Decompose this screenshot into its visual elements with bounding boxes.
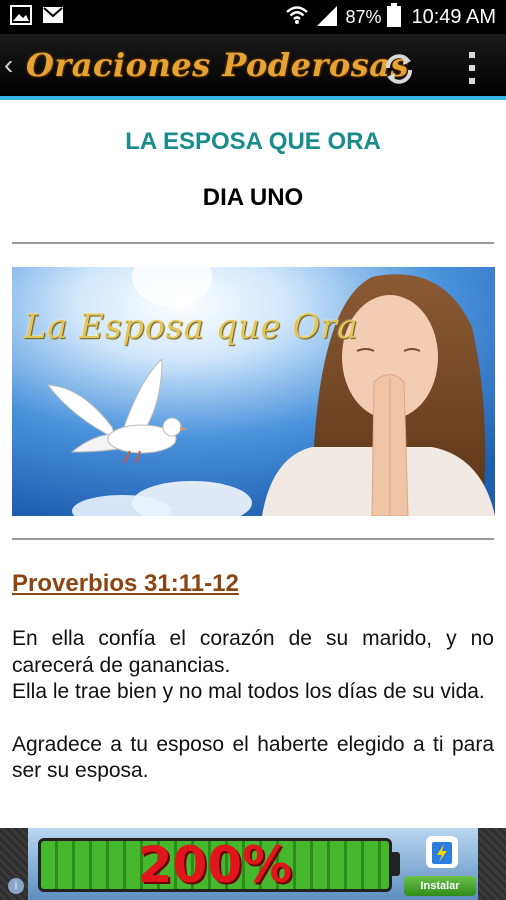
overflow-menu-button[interactable]	[462, 48, 482, 88]
overflow-dot	[469, 51, 475, 58]
status-bar: 87% 10:49 AM	[0, 0, 506, 34]
divider	[12, 242, 494, 244]
app-title[interactable]: Oraciones Poderosas	[26, 46, 409, 84]
wifi-icon	[285, 5, 309, 30]
back-chevron-icon[interactable]: ‹	[4, 49, 20, 81]
overflow-dot	[469, 64, 475, 71]
hero-image: La Esposa que Ora	[12, 267, 495, 516]
signal-icon	[315, 4, 339, 31]
paragraph: En ella confía el corazón de su marido, …	[12, 627, 494, 703]
verse-reference-link[interactable]: Proverbios 31:11-12	[12, 570, 239, 598]
gallery-notification-icon	[10, 4, 32, 30]
battery-icon	[387, 2, 402, 32]
article-content[interactable]: LA ESPOSA QUE ORA DIA UNO La Esposa que …	[0, 104, 506, 828]
hero-caption: La Esposa que Ora	[24, 307, 359, 347]
refresh-button[interactable]	[380, 50, 418, 88]
divider	[12, 538, 494, 540]
article-title: LA ESPOSA QUE ORA	[125, 128, 381, 155]
article-body: En ella confía el corazón de su marido, …	[12, 626, 494, 811]
ad-creative[interactable]: 200% Instalar ahora	[28, 828, 478, 900]
ad-headline: 200%	[137, 836, 293, 894]
battery-tip	[392, 852, 400, 876]
article-subtitle: DIA UNO	[202, 184, 304, 211]
overflow-dot	[469, 78, 475, 85]
ad-banner[interactable]: i 200% Instalar ahora	[0, 828, 506, 900]
gmail-notification-icon	[42, 6, 64, 29]
ad-info-icon[interactable]: i	[8, 878, 24, 894]
status-time: 10:49 AM	[411, 5, 496, 28]
battery-percent: 87%	[345, 6, 382, 27]
install-now-button[interactable]: Instalar ahora	[404, 876, 476, 896]
refresh-icon	[386, 54, 412, 84]
app-bar: ‹ Oraciones Poderosas	[0, 34, 506, 100]
paragraph: Agradece a tu esposo el haberte elegido …	[12, 732, 494, 783]
battery-app-icon	[424, 834, 460, 870]
